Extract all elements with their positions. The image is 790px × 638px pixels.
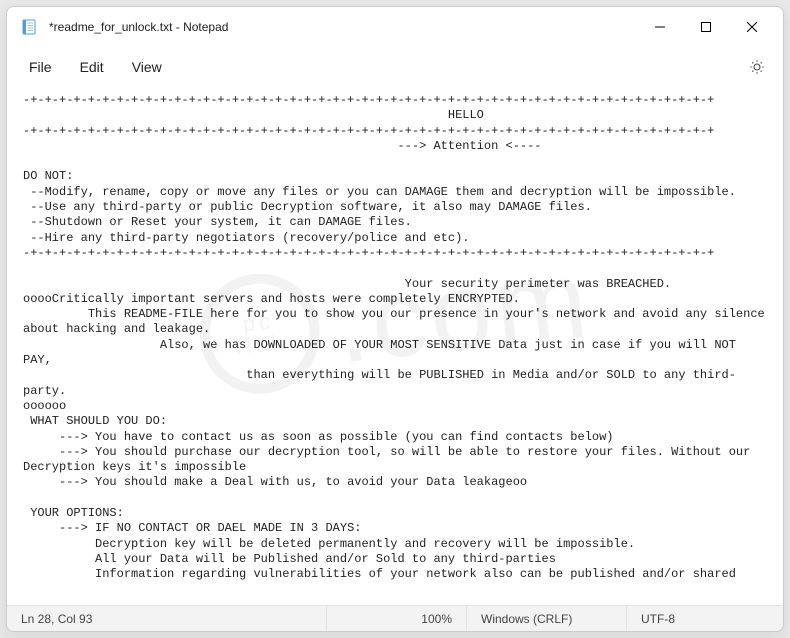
status-line-ending: Windows (CRLF) xyxy=(467,606,627,631)
menu-view[interactable]: View xyxy=(118,53,176,81)
settings-button[interactable] xyxy=(739,53,775,81)
titlebar: *readme_for_unlock.txt - Notepad xyxy=(7,7,783,47)
notepad-icon xyxy=(21,19,37,35)
status-position: Ln 28, Col 93 xyxy=(7,606,327,631)
menu-edit[interactable]: Edit xyxy=(66,53,118,81)
statusbar: Ln 28, Col 93 100% Windows (CRLF) UTF-8 xyxy=(7,605,783,631)
notepad-window: *readme_for_unlock.txt - Notepad File Ed… xyxy=(6,6,784,632)
text-content[interactable]: -+-+-+-+-+-+-+-+-+-+-+-+-+-+-+-+-+-+-+-+… xyxy=(7,87,783,605)
gear-icon xyxy=(749,59,765,75)
menu-file[interactable]: File xyxy=(15,53,66,81)
menubar: File Edit View xyxy=(7,47,783,87)
close-button[interactable] xyxy=(729,9,775,45)
window-controls xyxy=(637,9,775,45)
maximize-button[interactable] xyxy=(683,9,729,45)
window-title: *readme_for_unlock.txt - Notepad xyxy=(49,20,228,34)
status-zoom[interactable]: 100% xyxy=(327,606,467,631)
minimize-button[interactable] xyxy=(637,9,683,45)
status-encoding: UTF-8 xyxy=(627,606,783,631)
